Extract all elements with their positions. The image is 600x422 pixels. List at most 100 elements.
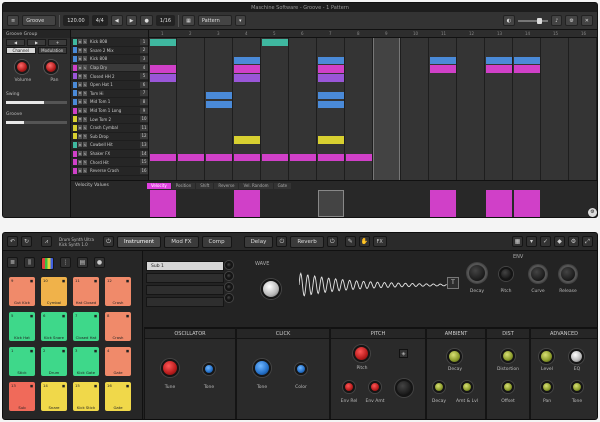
pattern-note[interactable] [150,65,176,73]
track-row[interactable]: M S Shaker FX 14 [71,150,148,159]
tone-knob[interactable] [203,363,215,375]
tune-knob[interactable] [161,359,179,377]
offset-knob[interactable] [502,381,514,393]
pattern-note[interactable] [318,92,344,100]
solo-button[interactable]: S [83,151,87,157]
save-icon[interactable]: ◆ [554,236,565,247]
drum-pad[interactable]: 11 ◼ Hat Closed [73,277,99,306]
mute-button[interactable]: M [78,108,82,114]
pattern-note[interactable] [150,154,176,162]
env-amt-knob[interactable] [369,381,381,393]
track-row[interactable]: M S Sub Drop 12 [71,133,148,142]
slot-level-knob[interactable] [225,272,233,280]
kit-icon[interactable]: ⋮ [60,257,71,268]
drum-pad[interactable]: 13 ◼ Sub [9,382,35,411]
lane-tab[interactable]: Reverse [214,183,239,189]
solo-button[interactable]: S [83,108,87,114]
solo-button[interactable]: S [83,47,87,53]
velocity-bar[interactable] [150,190,176,217]
track-row[interactable]: M S Snare 2 Mix 2 [71,47,148,56]
pattern-note[interactable] [318,136,344,144]
master-volume-slider[interactable] [518,17,549,24]
mute-button[interactable]: M [78,39,82,45]
pattern-note[interactable] [234,74,260,82]
pitch-env-knob[interactable] [499,267,513,281]
ambient-decay-knob[interactable] [447,349,462,364]
mute-button[interactable]: M [78,168,82,174]
pattern-note[interactable] [150,38,176,47]
group-icon[interactable]: ▤ [77,257,88,268]
waveform-icon[interactable]: ⩘ [41,236,52,247]
pattern-note[interactable] [514,65,540,73]
solo-button[interactable]: S [83,142,87,148]
pattern-note[interactable] [318,56,344,64]
pattern-note[interactable] [290,154,316,162]
channel-tab[interactable]: Channel [6,46,36,54]
power-icon[interactable]: ⏻ [102,236,114,247]
slot-level-knob[interactable] [225,261,233,269]
layer-slot[interactable]: Sub 1 [146,261,224,271]
settings-icon[interactable]: ⚙ [588,208,597,217]
click-color-knob[interactable] [295,363,307,375]
pitch-knob[interactable] [353,345,370,362]
tempo-display[interactable]: 120.00 [63,15,89,26]
track-row[interactable]: M S Reverse Crash 16 [71,167,148,176]
pattern-note[interactable] [206,100,232,109]
modulation-tab[interactable]: Modulation [37,46,67,54]
pattern-note[interactable] [234,65,260,73]
lane-tab[interactable]: Gate [273,183,292,189]
track-row[interactable]: M S Low Tom 2 10 [71,115,148,124]
tab-delay[interactable]: Delay [243,235,274,248]
speaker-icon[interactable]: ♪ [551,15,563,26]
tone-knob[interactable] [571,381,583,393]
ambient-decay2-knob[interactable] [433,381,445,393]
wave-select-knob[interactable] [261,279,281,299]
pattern-note[interactable] [318,100,344,109]
hand-icon[interactable]: ✋ [358,236,370,247]
drum-pad[interactable]: 3 ◼ Kick Gate [73,347,99,376]
pattern-note[interactable] [486,65,512,73]
mute-button[interactable]: M [78,90,82,96]
record-icon[interactable]: ● [94,257,105,268]
mute-button[interactable]: M [78,47,82,53]
tab-comp[interactable]: Comp [201,235,232,248]
tab-mod-fx[interactable]: Mod FX [164,235,199,248]
pattern-note[interactable] [206,92,232,100]
level-knob[interactable] [539,349,554,364]
solo-button[interactable]: S [83,73,87,79]
power-icon[interactable]: ⏻ [276,236,288,247]
step-grid[interactable] [149,38,597,180]
layer-slot[interactable] [146,297,224,307]
click-tone-knob[interactable] [253,359,271,377]
grid-icon[interactable]: ▦ [512,236,523,247]
power-icon[interactable]: ⏻ [326,236,338,247]
drum-pad[interactable]: 1 ◼ Stick [9,347,35,376]
solo-button[interactable]: S [83,133,87,139]
drum-pad[interactable]: 10 ◼ Cymbal [41,277,67,306]
solo-button[interactable]: S [83,65,87,71]
signature-display[interactable]: 4/4 [91,15,108,26]
zoom-display[interactable]: 1/16 [155,15,176,26]
slot-level-knob[interactable] [225,283,233,291]
group-button-a[interactable]: ◀ [6,38,25,46]
pattern-note[interactable] [234,154,260,162]
track-row[interactable]: M S Kick 808 1 [71,38,148,47]
grid-icon[interactable]: ▦ [182,15,195,26]
velocity-bar[interactable] [318,190,344,217]
pattern-note[interactable] [318,65,344,73]
settings-icon[interactable]: ⚙ [568,236,579,247]
slot-level-knob[interactable] [225,294,233,302]
drum-pad[interactable]: 15 ◼ Kick Stick [73,382,99,411]
groove-slider[interactable] [6,120,67,124]
mute-button[interactable]: M [78,82,82,88]
track-row[interactable]: M S Open Hat 1 6 [71,81,148,90]
track-row[interactable]: M S Tom Hi 7 [71,90,148,99]
pattern-selector[interactable]: Pattern [197,15,232,26]
refresh-icon[interactable]: ↻ [21,236,32,247]
drum-pad[interactable]: 7 ◼ Closed Hat [73,312,99,341]
trigger-icon[interactable]: T [447,277,459,289]
pan-knob[interactable] [541,381,553,393]
rewind-icon[interactable]: ◀ [110,15,123,26]
track-row[interactable]: M S Chord Hit 15 [71,158,148,167]
tab-instrument[interactable]: Instrument [116,235,162,248]
